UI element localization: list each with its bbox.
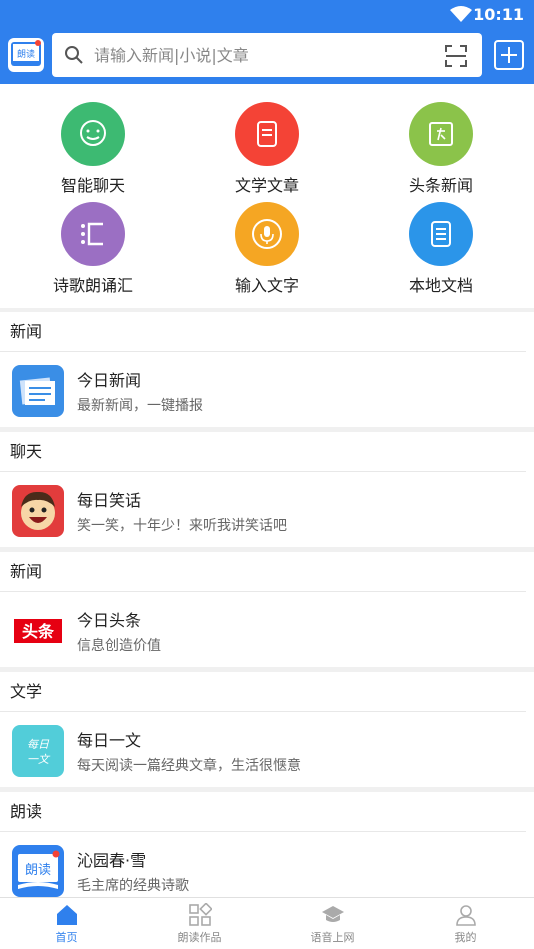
list-item[interactable]: 今日新闻 最新新闻，一键播报: [0, 353, 534, 427]
feature-label: 本地文档: [408, 276, 473, 295]
joke-thumbnail: [12, 485, 64, 537]
search-bar[interactable]: [52, 33, 482, 77]
section-header: 朗读: [0, 792, 526, 832]
toutiao-logo-text: 头条: [22, 622, 55, 641]
headline-icon: [409, 102, 473, 166]
news-thumbnail: [12, 365, 64, 417]
item-title: 沁园春·雪: [77, 851, 147, 870]
item-subtitle: 毛主席的经典诗歌: [77, 878, 189, 894]
bottom-tab-bar: 首页 朗读作品 语音上网 我的: [0, 897, 534, 949]
reading-thumbnail: 朗读: [12, 845, 64, 897]
status-bar: 10:11: [0, 0, 534, 28]
feature-literature[interactable]: 文学文章: [192, 102, 342, 202]
feature-local-docs[interactable]: 本地文档: [366, 202, 516, 302]
feature-label: 诗歌朗诵汇: [52, 276, 133, 295]
item-title: 今日新闻: [77, 371, 142, 390]
tab-label: 我的: [454, 931, 477, 944]
item-subtitle: 最新新闻，一键播报: [77, 398, 203, 414]
feature-headlines[interactable]: 头条新闻: [366, 102, 516, 202]
list-item[interactable]: 每日 一文 每日一文 每天阅读一篇经典文章，生活很惬意: [0, 713, 534, 787]
toutiao-thumbnail: 头条: [12, 605, 64, 657]
item-subtitle: 每天阅读一篇经典文章，生活很惬意: [77, 758, 301, 774]
item-title: 今日头条: [77, 611, 142, 630]
profile-icon: [455, 905, 476, 926]
item-title: 每日笑话: [77, 491, 142, 510]
section-news: 新闻 今日新闻 最新新闻，一键播报: [0, 312, 534, 427]
section-header: 聊天: [0, 432, 526, 472]
reading-logo-text: 朗读: [25, 863, 51, 878]
daily-article-thumbnail: 每日 一文: [12, 725, 64, 777]
home-icon: [56, 905, 77, 925]
app-logo-icon: 朗读: [11, 40, 41, 66]
top-bar: 朗读: [0, 28, 534, 84]
chat-bubble-icon: [61, 102, 125, 166]
feature-smart-chat[interactable]: 智能聊天: [18, 102, 168, 202]
feature-input-text[interactable]: 输入文字: [192, 202, 342, 302]
tab-label: 首页: [55, 931, 78, 944]
feature-poems[interactable]: 诗歌朗诵汇: [18, 202, 168, 302]
tab-label: 朗读作品: [177, 931, 222, 944]
section-reading: 朗读 朗读 沁园春·雪 毛主席的经典诗歌: [0, 792, 534, 907]
svg-text:一文: 一文: [27, 753, 51, 766]
status-time: 10:11: [473, 5, 524, 24]
section-headlines: 新闻 头条 今日头条 信息创造价值: [0, 552, 534, 667]
local-document-icon: [409, 202, 473, 266]
section-header: 新闻: [0, 552, 526, 592]
section-literature: 文学 每日 一文 每日一文 每天阅读一篇经典文章，生活很惬意: [0, 672, 534, 787]
wifi-icon: [450, 6, 472, 22]
scan-icon[interactable]: [444, 44, 468, 68]
section-chat: 聊天 每日笑话 笑一笑，十年少！来听我讲笑话吧: [0, 432, 534, 547]
search-icon: [65, 46, 83, 64]
feature-label: 文学文章: [234, 176, 299, 195]
tab-voice-browse[interactable]: 语音上网: [266, 898, 399, 949]
poem-icon: [61, 202, 125, 266]
tab-label: 语音上网: [310, 931, 355, 944]
graduation-cap-icon: [321, 906, 344, 922]
svg-text:每日: 每日: [27, 738, 50, 751]
section-header: 文学: [0, 672, 526, 712]
app-logo[interactable]: 朗读: [8, 38, 44, 72]
feature-label: 输入文字: [234, 276, 299, 295]
section-header: 新闻: [0, 312, 526, 352]
content-list: 新闻 今日新闻 最新新闻，一键播报 聊天 每日笑话 笑一笑，十年少！来听我讲笑话…: [0, 312, 534, 912]
tab-home[interactable]: 首页: [0, 898, 133, 949]
list-item[interactable]: 头条 今日头条 信息创造价值: [0, 593, 534, 667]
item-title: 每日一文: [77, 731, 142, 750]
tab-works[interactable]: 朗读作品: [133, 898, 266, 949]
feature-label: 智能聊天: [60, 176, 125, 195]
item-subtitle: 信息创造价值: [77, 638, 161, 654]
list-item[interactable]: 朗读 沁园春·雪 毛主席的经典诗歌: [0, 833, 534, 907]
app-logo-text: 朗读: [17, 48, 35, 60]
tab-mine[interactable]: 我的: [399, 898, 532, 949]
microphone-icon: [235, 202, 299, 266]
feature-label: 头条新闻: [408, 176, 473, 195]
item-subtitle: 笑一笑，十年少！来听我讲笑话吧: [77, 518, 287, 534]
add-button[interactable]: [494, 40, 524, 70]
document-icon: [235, 102, 299, 166]
search-input[interactable]: [94, 41, 424, 69]
works-grid-icon: [188, 903, 212, 926]
list-item[interactable]: 每日笑话 笑一笑，十年少！来听我讲笑话吧: [0, 473, 534, 547]
feature-grid: 智能聊天 文学文章 头条新闻 诗歌朗诵汇 输入文字 本地文档: [0, 84, 534, 308]
